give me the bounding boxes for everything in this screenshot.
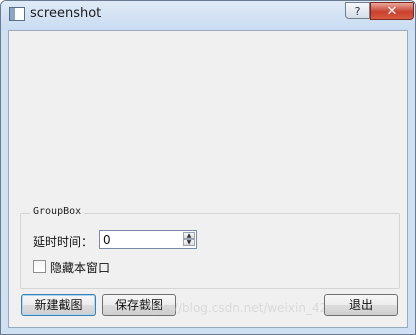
window-title: screenshot xyxy=(30,6,102,21)
spin-down-icon[interactable]: ▼ xyxy=(183,239,195,246)
window-icon xyxy=(9,7,25,21)
client-area: GroupBox 延时时间： 0 ▲ ▼ 隐藏本窗口 新建截图 保存截图 htt… xyxy=(8,30,408,328)
delay-spinbox[interactable]: 0 ▲ ▼ xyxy=(99,230,197,249)
hide-window-label[interactable]: 隐藏本窗口 xyxy=(50,259,110,276)
main-window: screenshot ? ✕ GroupBox 延时时间： 0 ▲ ▼ 隐藏本窗… xyxy=(0,0,416,335)
delay-label: 延时时间： xyxy=(33,235,94,249)
exit-button[interactable]: 退出 xyxy=(324,294,398,316)
new-screenshot-button[interactable]: 新建截图 xyxy=(21,294,96,316)
groupbox-title: GroupBox xyxy=(30,206,85,217)
spin-buttons: ▲ ▼ xyxy=(183,232,195,247)
title-bar[interactable]: screenshot ? ✕ xyxy=(1,1,415,30)
spin-up-icon[interactable]: ▲ xyxy=(183,232,195,239)
close-button[interactable]: ✕ xyxy=(370,2,414,20)
options-groupbox: GroupBox 延时时间： 0 ▲ ▼ 隐藏本窗口 xyxy=(20,206,400,289)
delay-value[interactable]: 0 xyxy=(103,233,111,247)
help-button[interactable]: ? xyxy=(345,2,370,19)
hide-window-checkbox[interactable] xyxy=(33,260,46,273)
